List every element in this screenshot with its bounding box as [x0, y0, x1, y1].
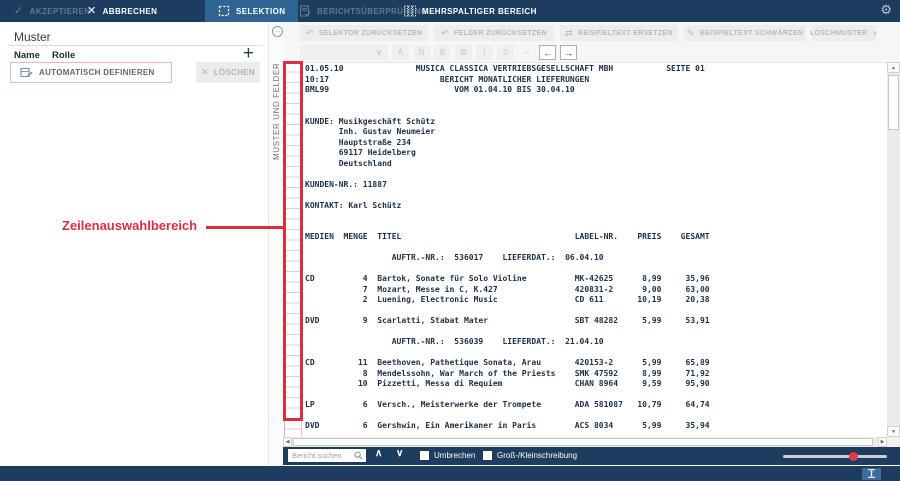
column-header-name: Name: [14, 50, 40, 61]
format-dropdown[interactable]: ∨: [300, 45, 388, 60]
format-button-not[interactable]: ¬: [518, 45, 535, 60]
delete-label: LÖSCHEN: [214, 68, 255, 77]
panel-title: Muster: [14, 30, 51, 44]
tab-selection-label: SELEKTION: [236, 7, 285, 16]
vertical-scrollbar[interactable]: ▲ ▼: [887, 62, 900, 437]
replace-sample-label: BEISPIELTEXT ERSETZEN: [578, 30, 673, 37]
arrow-up-icon: ▲: [891, 65, 896, 71]
find-previous-button[interactable]: ∧: [375, 448, 382, 459]
reset-selector-label: SELEKTOR ZURÜCKSETZEN: [319, 30, 422, 37]
scroll-down-button[interactable]: ▼: [887, 426, 900, 437]
settings-gear-icon[interactable]: ⚙: [880, 3, 892, 16]
column-header-role: Rolle: [52, 50, 75, 61]
search-input[interactable]: [288, 451, 354, 460]
tab-multicolumn[interactable]: MEHRSPALTIGER BEREICH: [404, 0, 537, 22]
report-toolbar: ↶ SELEKTOR ZURÜCKSETZEN ↶ FELDER ZURÜCKS…: [283, 22, 900, 62]
reset-fields-button[interactable]: ↶ FELDER ZURÜCKSETZEN: [434, 25, 554, 41]
arrow-down-icon: ▼: [891, 429, 896, 435]
side-tab-strip: → MUSTER UND FELDER: [268, 22, 284, 466]
search-icon: [354, 451, 363, 460]
fit-height-icon: [867, 469, 876, 478]
delete-pattern-dropdown[interactable]: LÖSCHMUSTER ∨: [812, 25, 876, 41]
nav-left-button[interactable]: ←: [539, 45, 556, 60]
auto-define-button[interactable]: AUTOMATISCH DEFINIEREN: [10, 62, 172, 83]
accept-button[interactable]: ✓ AKZEPTIEREN: [14, 0, 90, 22]
reset-selector-button[interactable]: ↶ SELEKTOR ZURÜCKSETZEN: [300, 25, 428, 41]
fit-height-button[interactable]: [862, 468, 881, 480]
format-row: ∨ Ā Ñ B Ø | 0 ¬ ← →: [300, 45, 577, 60]
case-checkbox-label: Groß-/Kleinschreibung: [497, 451, 577, 460]
report-check-icon: [299, 5, 311, 17]
auto-define-label: AUTOMATISCH DEFINIEREN: [39, 68, 155, 77]
side-tab-muster-und-felder[interactable]: MUSTER UND FELDER: [272, 40, 281, 160]
zoom-slider-knob[interactable]: [849, 452, 858, 461]
format-button-zero[interactable]: 0: [497, 45, 514, 60]
check-icon: ✓: [14, 6, 24, 17]
arrow-left-icon: ◀: [286, 439, 290, 445]
horizontal-scrollbar[interactable]: ◀ ▶: [283, 437, 887, 447]
tab-selection[interactable]: SELEKTION: [205, 0, 298, 22]
close-icon: ✕: [201, 67, 209, 78]
delete-button[interactable]: ✕ LÖSCHEN: [196, 62, 260, 83]
format-button-b[interactable]: B: [434, 45, 451, 60]
horizontal-scroll-thumb[interactable]: [293, 438, 873, 446]
panel-separator: [8, 45, 262, 46]
tab-multicolumn-label: MEHRSPALTIGER BEREICH: [422, 7, 537, 16]
close-icon: ✕: [87, 6, 97, 17]
delete-pattern-label: LÖSCHMUSTER: [810, 30, 867, 37]
collapse-panel-icon[interactable]: →: [272, 26, 283, 37]
undo-icon: ↶: [441, 28, 449, 39]
status-bar: [0, 466, 900, 481]
chevron-down-icon: ∨: [376, 48, 382, 57]
chevron-down-icon: ∨: [872, 29, 877, 37]
format-button-n-tilde[interactable]: Ñ: [413, 45, 430, 60]
replace-sample-button[interactable]: ⇄ BEISPIELTEXT ERSETZEN: [560, 25, 678, 41]
search-box: [288, 449, 366, 462]
toolbar-button-row: ↶ SELEKTOR ZURÜCKSETZEN ↶ FELDER ZURÜCKS…: [300, 25, 876, 41]
format-button-pipe[interactable]: |: [476, 45, 493, 60]
reset-fields-label: FELDER ZURÜCKSETZEN: [454, 30, 547, 37]
format-button-a-macron[interactable]: Ā: [392, 45, 409, 60]
add-pattern-button[interactable]: +: [243, 44, 254, 63]
app-window: ✓ AKZEPTIEREN ✕ ABBRECHEN SELEKTION BERI…: [0, 0, 900, 481]
top-toolbar: ✓ AKZEPTIEREN ✕ ABBRECHEN SELEKTION BERI…: [0, 0, 900, 22]
blacken-sample-button[interactable]: ✎ BEISPIELTEXT SCHWÄRZEN: [684, 25, 806, 41]
case-checkbox[interactable]: [483, 451, 492, 460]
undo-icon: ↶: [306, 28, 314, 39]
nav-right-button[interactable]: →: [560, 45, 577, 60]
accept-label: AKZEPTIEREN: [30, 7, 91, 16]
format-button-o-slash[interactable]: Ø: [455, 45, 472, 60]
find-next-button[interactable]: ∨: [396, 448, 403, 459]
annotation-connector-line: [206, 226, 284, 229]
scrollbar-corner: [887, 437, 900, 447]
scroll-up-button[interactable]: ▲: [887, 62, 900, 73]
arrow-right-icon: ▶: [881, 439, 885, 445]
wrap-checkbox-label: Umbrechen: [434, 451, 475, 460]
row-selection-gutter[interactable]: [284, 62, 302, 437]
auto-define-icon: [20, 66, 33, 79]
vertical-scroll-thumb[interactable]: [888, 75, 899, 130]
annotation-label: Zeilenauswahlbereich: [62, 218, 197, 233]
report-text[interactable]: 01.05.10 MUSICA CLASSICA VERTRIEBSGESELL…: [305, 64, 710, 432]
scroll-left-button[interactable]: ◀: [283, 437, 292, 447]
selection-marquee-icon: [218, 5, 230, 17]
zoom-slider[interactable]: [783, 455, 887, 458]
muster-panel: Muster Name Rolle + AUTOMATISCH DEFINIER…: [0, 22, 268, 466]
swap-icon: ⇄: [565, 28, 573, 39]
columns-icon: [404, 5, 416, 17]
cancel-button[interactable]: ✕ ABBRECHEN: [87, 0, 157, 22]
cancel-label: ABBRECHEN: [103, 7, 158, 16]
wrap-checkbox[interactable]: [420, 451, 429, 460]
pen-icon: ✎: [687, 28, 695, 39]
scroll-right-button[interactable]: ▶: [878, 437, 887, 447]
report-search-bar: ∧ ∨ Umbrechen Groß-/Kleinschreibung: [283, 447, 900, 465]
blacken-sample-label: BEISPIELTEXT SCHWÄRZEN: [700, 30, 803, 37]
